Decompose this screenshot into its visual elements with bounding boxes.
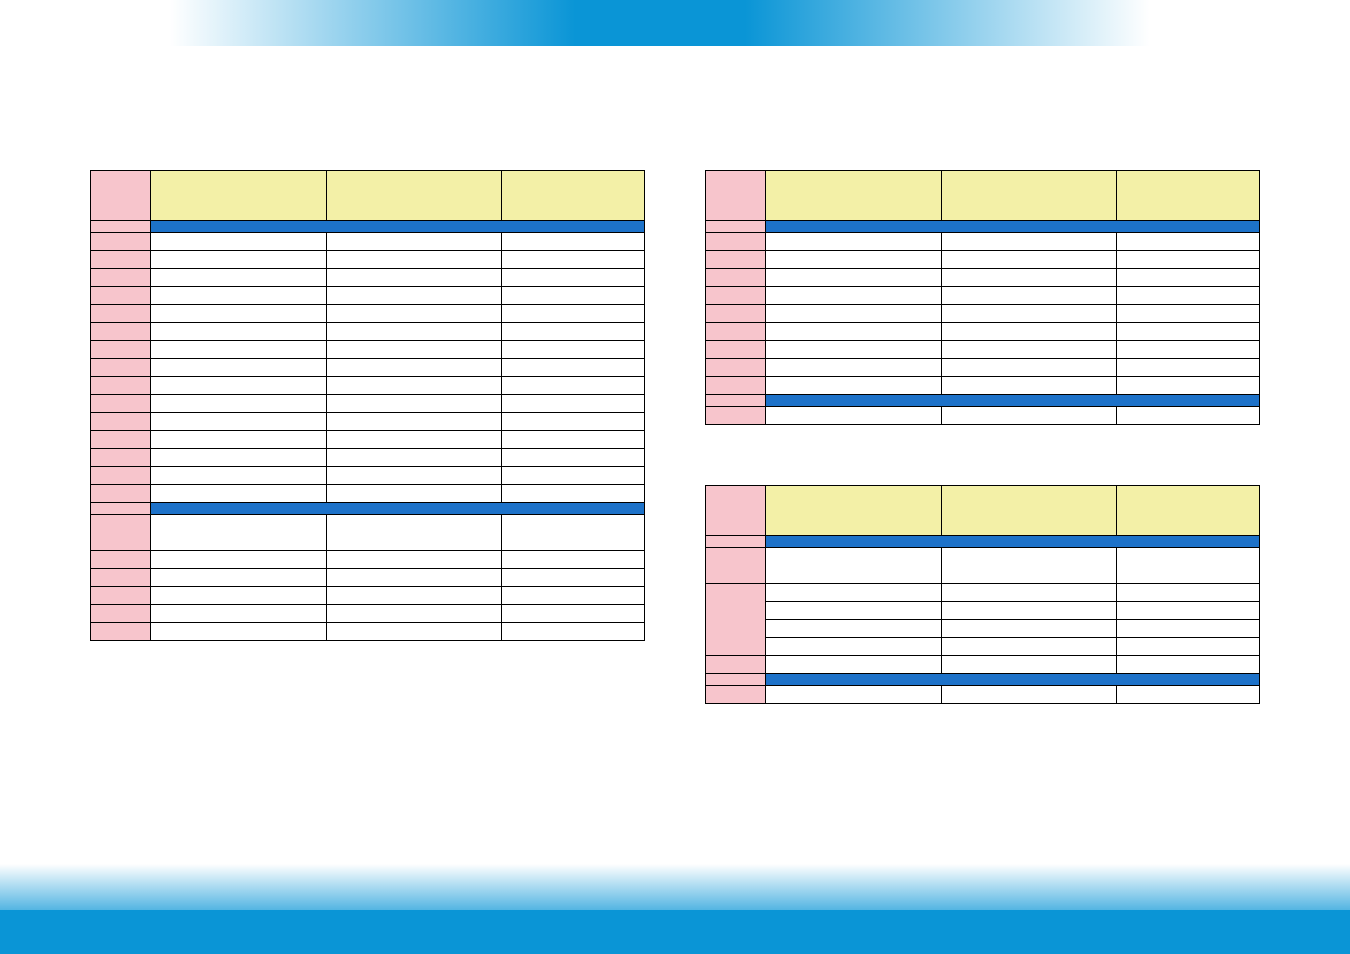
table-row (91, 431, 645, 449)
table-row (91, 605, 645, 623)
table-row (706, 341, 1260, 359)
table-row (706, 233, 1260, 251)
table-2-header (706, 171, 1260, 221)
table-row (91, 359, 645, 377)
table-row (91, 587, 645, 605)
table-row (706, 377, 1260, 395)
table-3-header-cell (706, 486, 766, 536)
table-3-header-cell (766, 486, 942, 536)
footer-gradient (0, 864, 1350, 910)
table-3-header (706, 486, 1260, 536)
table-row (91, 287, 645, 305)
table-3-blue-row (706, 674, 1260, 686)
table-row (706, 638, 1260, 656)
left-column (90, 170, 645, 834)
table-1-section-label (151, 503, 645, 515)
header-tab (575, 0, 745, 46)
table-row (91, 551, 645, 569)
table-row (91, 569, 645, 587)
table-row (706, 602, 1260, 620)
table-row (91, 269, 645, 287)
table-1-section-cell (91, 221, 151, 233)
table-row (91, 485, 645, 503)
table-row (706, 656, 1260, 674)
table-1-header-cell (91, 171, 151, 221)
table-row (91, 341, 645, 359)
table-row (91, 377, 645, 395)
right-column (705, 170, 1260, 834)
table-1-header-cell (502, 171, 645, 221)
table-2-section-row (706, 221, 1260, 233)
table-1-header (91, 171, 645, 221)
table-1 (90, 170, 645, 641)
table-2-header-cell (766, 171, 942, 221)
footer-solid (0, 910, 1350, 954)
table-row (91, 305, 645, 323)
table-1-section-row (91, 503, 645, 515)
table-2 (705, 170, 1260, 425)
table-row (706, 359, 1260, 377)
table-2-header-cell (941, 171, 1117, 221)
footer-bar (0, 864, 1350, 954)
table-3-header-cell (1117, 486, 1260, 536)
table-3-header-cell (941, 486, 1117, 536)
table-row (91, 251, 645, 269)
page-content (90, 170, 1260, 834)
table-2-blue-row (706, 395, 1260, 407)
table-1-section-row (91, 221, 645, 233)
table-3 (705, 485, 1260, 704)
table-row (706, 269, 1260, 287)
table-row (706, 305, 1260, 323)
table-1-header-cell (326, 171, 502, 221)
table-row (706, 251, 1260, 269)
table-row (706, 686, 1260, 704)
table-2-header-cell (706, 171, 766, 221)
table-3-section-label (766, 536, 1260, 548)
table-row (706, 548, 1260, 584)
table-row (91, 413, 645, 431)
table-row (91, 449, 645, 467)
table-1-header-cell (151, 171, 327, 221)
table-row (706, 407, 1260, 425)
table-row (91, 395, 645, 413)
table-row (706, 323, 1260, 341)
table-2-header-cell (1117, 171, 1260, 221)
table-row (91, 323, 645, 341)
table-row (706, 620, 1260, 638)
table-1-section-cell (91, 503, 151, 515)
table-row (91, 515, 645, 551)
table-row (706, 287, 1260, 305)
table-2-section-label (766, 221, 1260, 233)
table-row (91, 233, 645, 251)
table-1-section-label (151, 221, 645, 233)
table-row (91, 467, 645, 485)
header-gradient-right (745, 0, 1150, 46)
header-gradient-left (170, 0, 575, 46)
header-bar (0, 0, 1350, 46)
table-row (706, 584, 1260, 602)
table-row (91, 623, 645, 641)
table-3-section-row (706, 536, 1260, 548)
